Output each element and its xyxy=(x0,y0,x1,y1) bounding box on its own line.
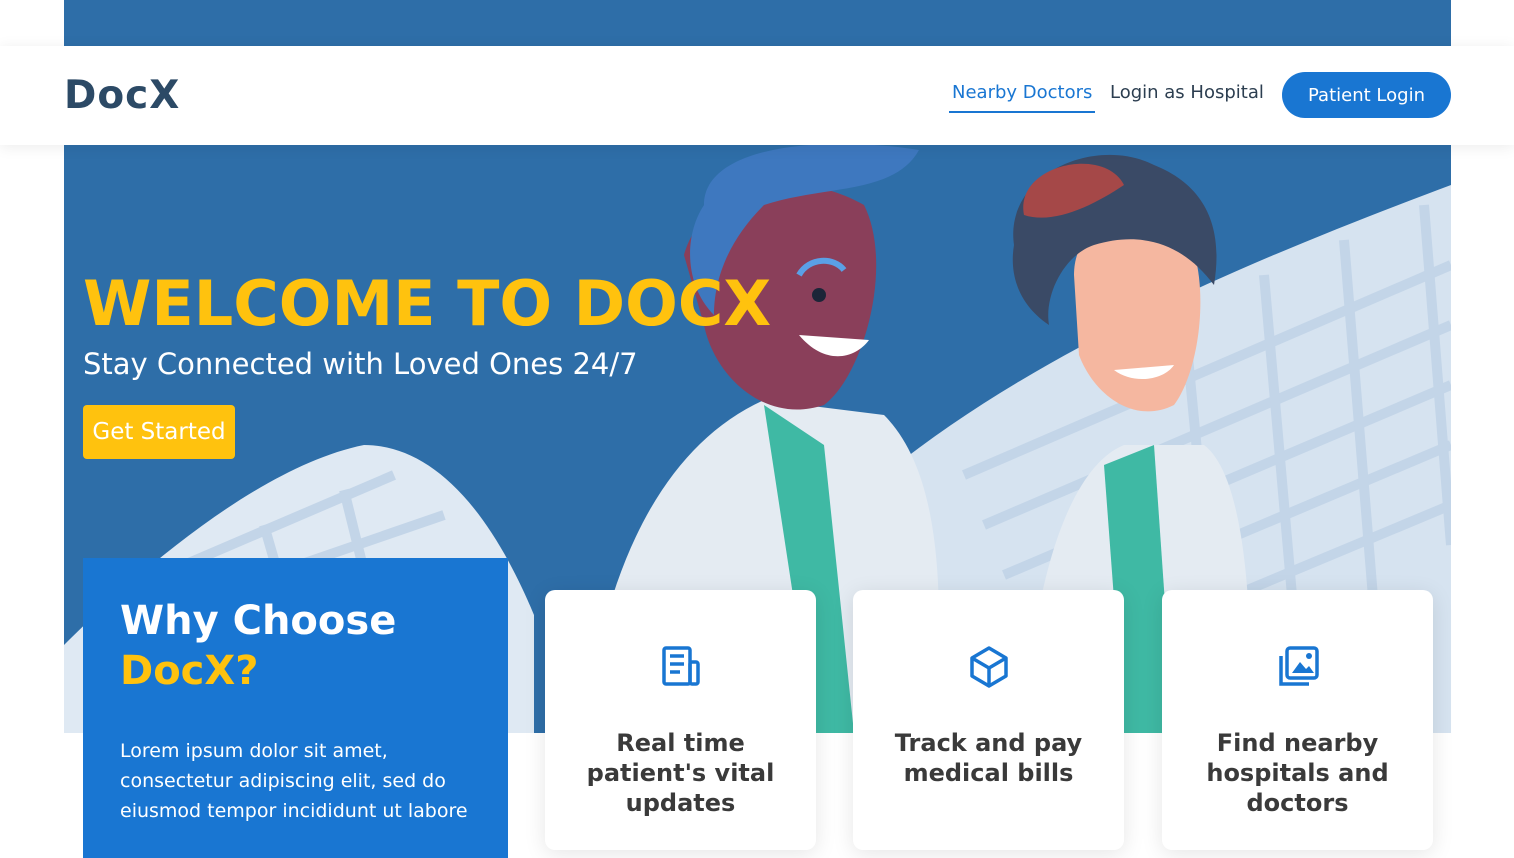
why-choose-text: Lorem ipsum dolor sit amet, consectetur … xyxy=(120,740,468,822)
site-logo[interactable]: DocX xyxy=(64,73,180,118)
get-started-button[interactable]: Get Started xyxy=(83,405,235,459)
news-icon xyxy=(662,646,700,686)
feature-card-vitals[interactable]: Real time patient's vital updates xyxy=(545,590,816,850)
nav-link-login-hospital[interactable]: Login as Hospital xyxy=(1110,82,1264,103)
why-choose-title-line1: Why Choose xyxy=(120,598,397,644)
feature-label: Find nearby hospitals and doctors xyxy=(1206,729,1389,817)
feature-card-nearby[interactable]: Find nearby hospitals and doctors xyxy=(1162,590,1433,850)
navbar: DocX Nearby Doctors Login as Hospital Pa… xyxy=(0,46,1514,145)
cube-icon xyxy=(970,646,1008,688)
patient-login-button[interactable]: Patient Login xyxy=(1282,72,1451,118)
hero-title: WELCOME TO DOCX xyxy=(83,267,772,340)
top-banner-strip xyxy=(64,0,1451,46)
why-choose-title-line2: DocX? xyxy=(120,648,259,694)
hero-subtitle: Stay Connected with Loved Ones 24/7 xyxy=(83,347,638,381)
why-choose-box: Why Choose DocX? Lorem ipsum dolor sit a… xyxy=(83,558,508,858)
nav-link-nearby-doctors[interactable]: Nearby Doctors xyxy=(949,82,1096,113)
feature-label: Real time patient's vital updates xyxy=(586,729,775,817)
why-choose-title: Why Choose DocX? xyxy=(120,596,480,696)
images-icon xyxy=(1279,646,1319,686)
feature-label: Track and pay medical bills xyxy=(894,729,1083,787)
feature-card-bills[interactable]: Track and pay medical bills xyxy=(853,590,1124,850)
